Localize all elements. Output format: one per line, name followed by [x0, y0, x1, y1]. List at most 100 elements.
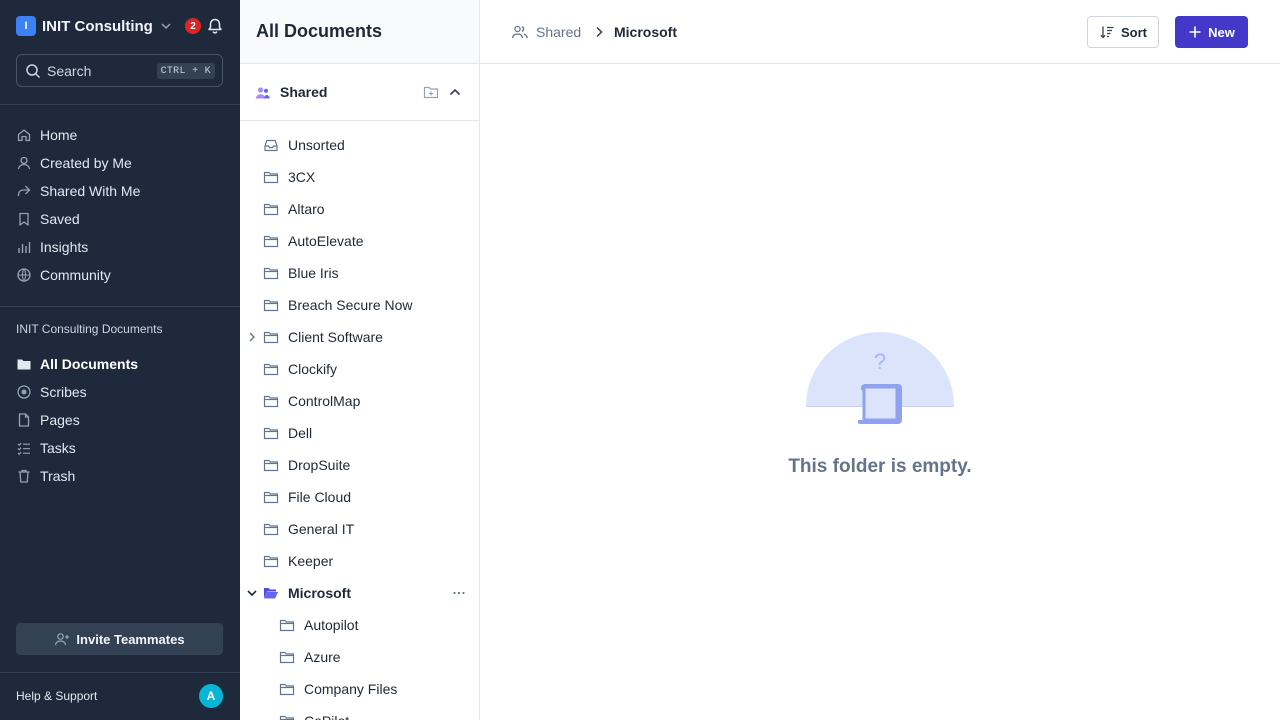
user-icon [16, 155, 32, 171]
folder-icon [263, 553, 279, 569]
bell-icon[interactable] [206, 17, 224, 35]
empty-state-message: This folder is empty. [788, 456, 972, 477]
tree-item[interactable]: 3CX [240, 163, 479, 191]
workspace-name: INIT Consulting [42, 17, 153, 35]
invite-teammates-label: Invite Teammates [76, 631, 185, 647]
chevron-down-icon[interactable] [246, 587, 258, 599]
tree-item[interactable]: Client Software [240, 323, 479, 351]
nav-scribes[interactable]: Scribes [16, 381, 87, 403]
nav-shared-with-me-label: Shared With Me [40, 183, 141, 199]
tree-item[interactable]: Dell [240, 419, 479, 447]
nav-trash[interactable]: Trash [16, 465, 75, 487]
tree-item[interactable]: AutoElevate [240, 227, 479, 255]
tree-header: All Documents [240, 0, 479, 64]
folder-icon [263, 297, 279, 313]
tree-item[interactable]: Company Files [240, 675, 479, 703]
tree-item[interactable]: Azure [240, 643, 479, 671]
nav-community-label: Community [40, 267, 111, 283]
add-folder-icon[interactable] [423, 84, 439, 100]
breadcrumb-current: Microsoft [614, 24, 677, 40]
nav-all-documents[interactable]: All Documents [16, 353, 138, 375]
empty-folder-illustration: ? [806, 332, 954, 432]
folder-icon [263, 329, 279, 345]
svg-text:?: ? [874, 349, 886, 374]
team-icon [254, 84, 272, 102]
trash-icon [16, 468, 32, 484]
tree-item[interactable]: General IT [240, 515, 479, 543]
tree-item-label: CoPilot [304, 713, 349, 720]
tree-item-label: Azure [304, 649, 341, 665]
workspace-logo: I [16, 16, 36, 36]
tree-item[interactable]: File Cloud [240, 483, 479, 511]
tree-item[interactable]: Blue Iris [240, 259, 479, 287]
tree-item-label: Clockify [288, 361, 338, 377]
app-sidebar: I INIT Consulting 2 Search CTRL + K Home… [0, 0, 240, 720]
nav-home[interactable]: Home [16, 124, 77, 146]
share-icon [16, 183, 32, 199]
shared-root[interactable]: Shared [240, 64, 479, 121]
search-input[interactable]: Search CTRL + K [16, 54, 223, 87]
divider [0, 306, 240, 307]
nav-shared-with-me[interactable]: Shared With Me [16, 180, 140, 202]
tree-item-label: Company Files [304, 681, 398, 697]
tree-item-label: Autopilot [304, 617, 359, 633]
nav-community[interactable]: Community [16, 264, 111, 286]
invite-teammates-button[interactable]: Invite Teammates [16, 623, 223, 655]
tree-item-label: Blue Iris [288, 265, 339, 281]
folder-icon [263, 201, 279, 217]
nav-saved[interactable]: Saved [16, 208, 80, 230]
inbox-icon [263, 137, 279, 153]
nav-insights-label: Insights [40, 239, 89, 255]
tree-item-label: File Cloud [288, 489, 352, 505]
nav-created-by-me[interactable]: Created by Me [16, 152, 132, 174]
nav-pages-label: Pages [40, 412, 80, 428]
folder-icon [263, 265, 279, 281]
more-options-icon[interactable] [451, 585, 467, 601]
tree-item-label: Breach Secure Now [288, 297, 413, 313]
nav-trash-label: Trash [40, 468, 76, 484]
tree-item[interactable]: Microsoft [240, 579, 479, 607]
folder-icon [263, 425, 279, 441]
workspace-switcher[interactable]: I INIT Consulting 2 [16, 16, 224, 36]
tree-item-label: ControlMap [288, 393, 361, 409]
tree-item[interactable]: Altaro [240, 195, 479, 223]
new-label: New [1208, 24, 1235, 40]
tree-item-label: Keeper [288, 553, 334, 569]
nav-pages[interactable]: Pages [16, 409, 80, 431]
new-button[interactable]: New [1175, 16, 1248, 48]
notification-badge: 2 [185, 18, 201, 34]
folder-icon [279, 649, 295, 665]
tree-title: All Documents [256, 21, 383, 41]
tree-item[interactable]: Clockify [240, 355, 479, 383]
chevron-right-icon[interactable] [246, 331, 258, 343]
shared-root-label: Shared [280, 84, 328, 100]
chevron-right-icon [592, 25, 606, 39]
tree-item[interactable]: ControlMap [240, 387, 479, 415]
globe-icon [16, 267, 32, 283]
bookmark-icon [16, 211, 32, 227]
content-toolbar: Shared Microsoft Sort New [480, 0, 1280, 64]
help-support-link[interactable]: Help & Support [16, 689, 97, 703]
sort-button[interactable]: Sort [1087, 16, 1159, 48]
tree-item[interactable]: CoPilot [240, 707, 479, 720]
nav-scribes-label: Scribes [40, 384, 87, 400]
tree-item[interactable]: Breach Secure Now [240, 291, 479, 319]
tree-item-label: General IT [288, 521, 355, 537]
home-icon [16, 127, 32, 143]
tree-item-label: DropSuite [288, 457, 351, 473]
tree-item-label: AutoElevate [288, 233, 364, 249]
tree-item[interactable]: Keeper [240, 547, 479, 575]
chevron-up-icon[interactable] [447, 84, 463, 100]
tree-item[interactable]: Unsorted [240, 131, 479, 159]
avatar[interactable]: A [199, 684, 223, 708]
nav-tasks[interactable]: Tasks [16, 437, 76, 459]
nav-insights[interactable]: Insights [16, 236, 88, 258]
breadcrumb[interactable]: Shared [511, 24, 581, 40]
documents-section-label: INIT Consulting Documents [16, 322, 163, 336]
tree-item[interactable]: DropSuite [240, 451, 479, 479]
search-icon [25, 63, 41, 79]
folder-icon [263, 457, 279, 473]
nav-home-label: Home [40, 127, 78, 143]
tree-item[interactable]: Autopilot [240, 611, 479, 639]
folder-tree-panel: All Documents Shared Unsorted 3CX Altaro Au… [240, 0, 480, 720]
